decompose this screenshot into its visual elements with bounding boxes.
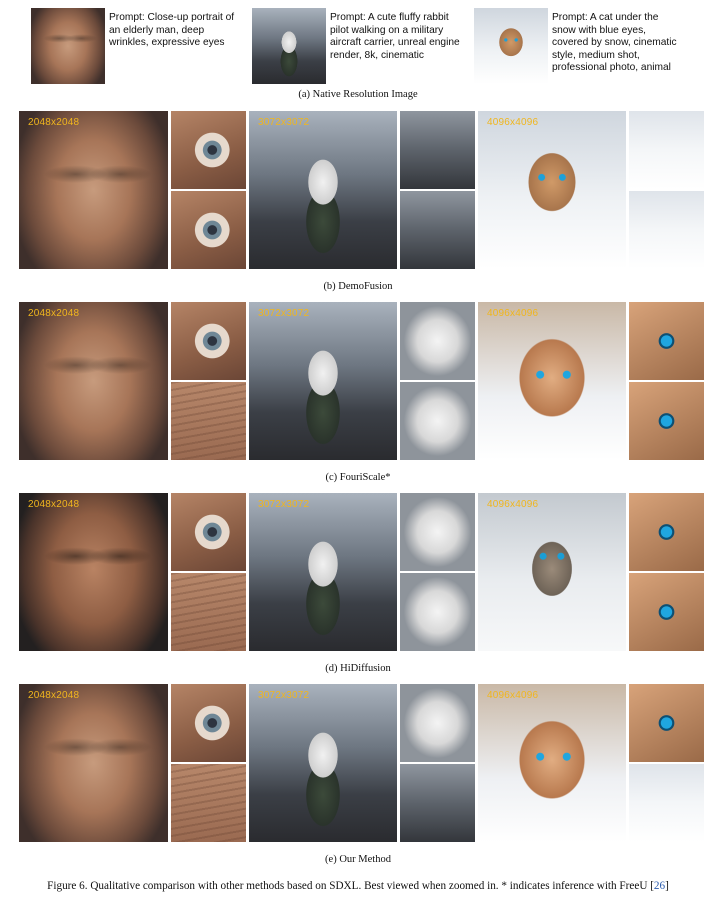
hidiffusion-caption: (d) HiDiffusion	[325, 663, 391, 674]
native-cat-image	[474, 8, 548, 84]
hidiffusion-rabbit-resolution: 3072x3072	[258, 499, 310, 510]
demofusion-rabbit-crop-bottom	[400, 191, 475, 269]
ours-rabbit-image	[249, 684, 397, 842]
fouriscale-caption: (c) FouriScale*	[325, 472, 391, 483]
hidiffusion-portrait-crop-top	[171, 493, 246, 571]
demofusion-cat-resolution: 4096x4096	[487, 117, 539, 128]
native-cat-prompt: Prompt: A cat under the snow with blue e…	[552, 12, 677, 74]
ours-portrait-image	[19, 684, 168, 842]
native-caption: (a) Native Resolution Image	[298, 89, 418, 100]
hidiffusion-rabbit-image	[249, 493, 397, 651]
hidiffusion-portrait-crop-bottom	[171, 573, 246, 651]
demofusion-cat-image	[478, 111, 626, 269]
fouriscale-cat-crop-bottom	[629, 382, 704, 460]
ours-portrait-resolution: 2048x2048	[28, 690, 80, 701]
demofusion-portrait-crop-top	[171, 111, 246, 189]
hidiffusion-rabbit-crop-top	[400, 493, 475, 571]
fouriscale-rabbit-crop-bottom	[400, 382, 475, 460]
native-portrait-image	[31, 8, 105, 84]
fouriscale-cat-resolution: 4096x4096	[487, 308, 539, 319]
ours-cat-crop-top	[629, 684, 704, 762]
ours-rabbit-resolution: 3072x3072	[258, 690, 310, 701]
demofusion-cat-crop-bottom	[629, 191, 704, 269]
ours-cat-image	[478, 684, 626, 842]
fouriscale-cat-crop-top	[629, 302, 704, 380]
figure-caption: Figure 6. Qualitative comparison with ot…	[0, 880, 716, 892]
ours-portrait-crop-top	[171, 684, 246, 762]
figure-caption-close: ]	[665, 880, 669, 892]
hidiffusion-cat-crop-top	[629, 493, 704, 571]
demofusion-portrait-image	[19, 111, 168, 269]
hidiffusion-cat-resolution: 4096x4096	[487, 499, 539, 510]
demofusion-rabbit-crop-top	[400, 111, 475, 189]
fouriscale-portrait-image	[19, 302, 168, 460]
demofusion-portrait-crop-bottom	[171, 191, 246, 269]
fouriscale-rabbit-image	[249, 302, 397, 460]
ours-cat-resolution: 4096x4096	[487, 690, 539, 701]
hidiffusion-cat-crop-bottom	[629, 573, 704, 651]
citation-link[interactable]: 26	[654, 880, 665, 892]
figure-caption-text: Figure 6. Qualitative comparison with ot…	[47, 880, 654, 892]
hidiffusion-portrait-image	[19, 493, 168, 651]
fouriscale-rabbit-crop-top	[400, 302, 475, 380]
ours-rabbit-crop-top	[400, 684, 475, 762]
demofusion-rabbit-image	[249, 111, 397, 269]
hidiffusion-portrait-resolution: 2048x2048	[28, 499, 80, 510]
demofusion-cat-crop-top	[629, 111, 704, 189]
hidiffusion-rabbit-crop-bottom	[400, 573, 475, 651]
demofusion-rabbit-resolution: 3072x3072	[258, 117, 310, 128]
fouriscale-portrait-crop-top	[171, 302, 246, 380]
fouriscale-portrait-resolution: 2048x2048	[28, 308, 80, 319]
fouriscale-portrait-crop-bottom	[171, 382, 246, 460]
native-portrait-prompt: Prompt: Close-up portrait of an elderly …	[109, 12, 235, 49]
ours-caption: (e) Our Method	[325, 854, 391, 865]
demofusion-caption: (b) DemoFusion	[323, 281, 393, 292]
ours-cat-crop-bottom	[629, 764, 704, 842]
native-rabbit-prompt: Prompt: A cute fluffy rabbit pilot walki…	[330, 12, 460, 61]
demofusion-portrait-resolution: 2048x2048	[28, 117, 80, 128]
ours-rabbit-crop-bottom	[400, 764, 475, 842]
hidiffusion-cat-image	[478, 493, 626, 651]
fouriscale-rabbit-resolution: 3072x3072	[258, 308, 310, 319]
native-rabbit-image	[252, 8, 326, 84]
fouriscale-cat-image	[478, 302, 626, 460]
ours-portrait-crop-bottom	[171, 764, 246, 842]
